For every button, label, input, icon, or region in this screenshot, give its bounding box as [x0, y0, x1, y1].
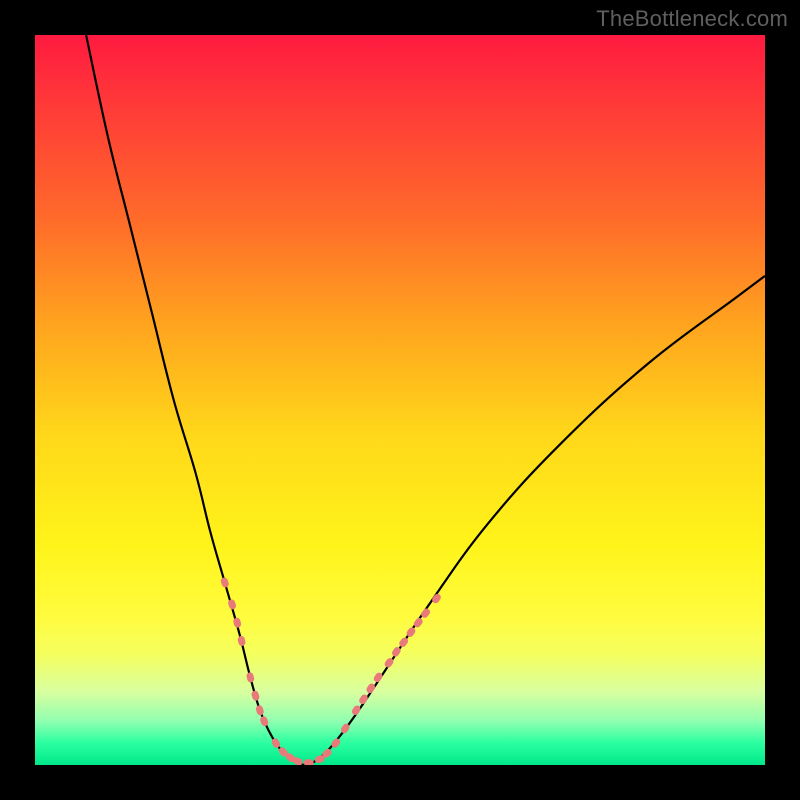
chart-container: TheBottleneck.com: [0, 0, 800, 800]
marker-dot: [246, 672, 255, 683]
marker-dot: [251, 690, 260, 702]
marker-dot: [365, 682, 376, 694]
marker-dot: [255, 704, 265, 716]
marker-dot: [227, 599, 237, 611]
marker-dot: [259, 715, 269, 727]
marker-dot: [358, 693, 369, 705]
marker-dot: [351, 704, 362, 716]
marker-dot: [220, 577, 230, 589]
plot-area: [35, 35, 765, 765]
marker-dot: [237, 635, 246, 646]
marker-dot: [431, 592, 443, 604]
curve-markers: [220, 577, 442, 765]
chart-svg: [35, 35, 765, 765]
watermark-text: TheBottleneck.com: [596, 6, 788, 32]
bottleneck-curve: [86, 35, 765, 765]
marker-dot: [232, 617, 241, 629]
marker-dot: [303, 759, 314, 765]
